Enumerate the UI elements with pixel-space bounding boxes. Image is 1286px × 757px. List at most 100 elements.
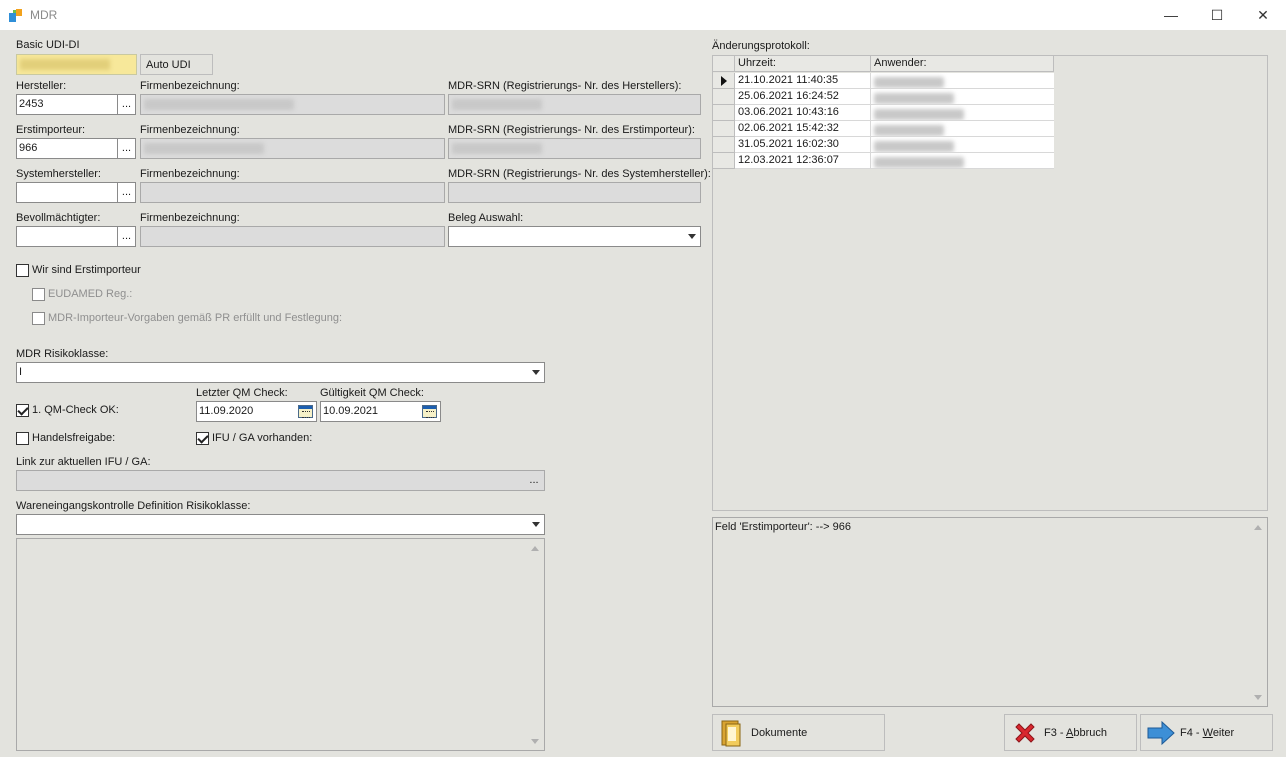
erstimporteur-input[interactable]: 966 [16, 138, 118, 159]
importeur-vorgaben-label: MDR-Importeur-Vorgaben gemäß PR erfüllt … [48, 312, 343, 324]
dokumente-button[interactable]: Dokumente [712, 714, 885, 751]
wir-sind-erstimporteur-checkbox[interactable] [16, 264, 29, 277]
hersteller-firm-label: Firmenbezeichnung: [140, 80, 240, 92]
abbruch-button[interactable]: F3 - Abbruch [1004, 714, 1137, 751]
gueltigkeit-qm-value: 10.09.2021 [323, 405, 379, 417]
qm-check-checkbox[interactable] [16, 404, 29, 417]
link-ifu-browse-button[interactable]: ... [526, 474, 542, 486]
redacted-text [874, 109, 964, 120]
grid-row-selector[interactable] [713, 153, 735, 169]
link-ifu-field [16, 470, 545, 491]
systemhersteller-label: Systemhersteller: [16, 168, 101, 180]
hersteller-srn-label: MDR-SRN (Registrierungs- Nr. des Herstel… [448, 80, 682, 92]
scroll-up-icon[interactable] [1254, 525, 1262, 530]
grid-header-anwender[interactable]: Anwender: [871, 56, 1054, 72]
bevollmaechtigter-label: Bevollmächtigter: [16, 212, 101, 224]
abbruch-label: F3 - Abbruch [1044, 726, 1107, 739]
erstimporteur-lookup-button[interactable]: ... [117, 138, 136, 159]
hersteller-firm-field [140, 94, 445, 115]
grid-cell-user[interactable] [871, 137, 1054, 153]
close-button[interactable]: ✕ [1240, 0, 1286, 30]
grid-cell-user[interactable] [871, 73, 1054, 89]
handelsfreigabe-checkbox[interactable] [16, 432, 29, 445]
grid-row-selector[interactable] [713, 121, 735, 137]
letzter-qm-date-input[interactable]: 11.09.2020 [196, 401, 317, 422]
grid-cell-user[interactable] [871, 89, 1054, 105]
protocol-detail-memo[interactable]: Feld 'Erstimporteur': --> 966 [712, 517, 1268, 707]
grid-row-selector[interactable] [713, 73, 735, 89]
scroll-up-icon[interactable] [531, 546, 539, 551]
weiter-label: F4 - Weiter [1180, 726, 1235, 739]
letzter-qm-label: Letzter QM Check: [196, 387, 288, 399]
link-ifu-label: Link zur aktuellen IFU / GA: [16, 456, 151, 468]
protocol-label: Änderungsprotokoll: [712, 40, 810, 52]
grid-cell-user[interactable] [871, 105, 1054, 121]
weiter-button[interactable]: F4 - Weiter [1140, 714, 1273, 751]
bevollmaechtigter-lookup-button[interactable]: ... [117, 226, 136, 247]
ifu-ga-label: IFU / GA vorhanden: [212, 432, 313, 444]
handelsfreigabe-label: Handelsfreigabe: [32, 432, 116, 444]
redacted-text [452, 99, 542, 110]
erstimporteur-firm-field [140, 138, 445, 159]
auto-udi-button[interactable]: Auto UDI [140, 54, 213, 75]
scroll-down-icon[interactable] [1254, 695, 1262, 700]
grid-cell-time[interactable]: 21.10.2021 11:40:35 [735, 73, 871, 89]
gueltigkeit-qm-date-input[interactable]: 10.09.2021 [320, 401, 441, 422]
systemhersteller-srn-label: MDR-SRN (Registrierungs- Nr. des Systemh… [448, 168, 711, 180]
risikoklasse-label: MDR Risikoklasse: [16, 348, 109, 360]
systemhersteller-input[interactable] [16, 182, 118, 203]
systemhersteller-lookup-button[interactable]: ... [117, 182, 136, 203]
hersteller-label: Hersteller: [16, 80, 67, 92]
letzter-qm-value: 11.09.2020 [199, 405, 254, 417]
grid-cell-time[interactable]: 31.05.2021 16:02:30 [735, 137, 871, 153]
redacted-text [144, 143, 264, 154]
grid-row-selector[interactable] [713, 89, 735, 105]
chevron-down-icon [688, 234, 696, 239]
chevron-down-icon [532, 370, 540, 375]
calendar-icon[interactable] [422, 405, 437, 418]
hersteller-input[interactable]: 2453 [16, 94, 118, 115]
basic-udi-input[interactable] [16, 54, 137, 75]
arrow-right-icon [1147, 720, 1175, 745]
grid-cell-time[interactable]: 12.03.2021 12:36:07 [735, 153, 871, 169]
grid-cell-time[interactable]: 02.06.2021 15:42:32 [735, 121, 871, 137]
redacted-text [874, 93, 954, 104]
hersteller-srn-field [448, 94, 701, 115]
wareneingang-memo[interactable] [16, 538, 545, 751]
bevollmaechtigter-firm-label: Firmenbezeichnung: [140, 212, 240, 224]
grid-corner [713, 56, 735, 72]
detail-scrollbar[interactable] [1250, 518, 1267, 706]
risikoklasse-select[interactable]: I [16, 362, 545, 383]
scroll-down-icon[interactable] [531, 739, 539, 744]
redacted-text [20, 59, 110, 70]
bevollmaechtigter-firm-field [140, 226, 445, 247]
ifu-ga-checkbox[interactable] [196, 432, 209, 445]
grid-row-selector[interactable] [713, 105, 735, 121]
grid-cell-time[interactable]: 25.06.2021 16:24:52 [735, 89, 871, 105]
minimize-button[interactable]: — [1148, 0, 1194, 30]
maximize-button[interactable]: ☐ [1194, 0, 1240, 30]
title-bar [0, 0, 1286, 30]
importeur-vorgaben-checkbox[interactable] [32, 312, 45, 325]
gueltigkeit-qm-label: Gültigkeit QM Check: [320, 387, 424, 399]
memo-scrollbar[interactable] [527, 539, 544, 750]
hersteller-lookup-button[interactable]: ... [117, 94, 136, 115]
wareneingang-label: Wareneingangskontrolle Definition Risiko… [16, 500, 251, 512]
grid-row-selector[interactable] [713, 137, 735, 153]
protocol-grid: Uhrzeit: Anwender: 21.10.2021 11:40:35 25… [712, 55, 1268, 511]
grid-header-uhrzeit[interactable]: Uhrzeit: [735, 56, 871, 72]
bevollmaechtigter-input[interactable] [16, 226, 118, 247]
systemhersteller-firm-field [140, 182, 445, 203]
calendar-icon[interactable] [298, 405, 313, 418]
grid-cell-time[interactable]: 03.06.2021 10:43:16 [735, 105, 871, 121]
dokumente-label: Dokumente [751, 726, 808, 739]
eudamed-checkbox[interactable] [32, 288, 45, 301]
systemhersteller-srn-field [448, 182, 701, 203]
erstimporteur-srn-field [448, 138, 701, 159]
grid-cell-user[interactable] [871, 121, 1054, 137]
beleg-auswahl-select[interactable] [448, 226, 701, 247]
grid-cell-user[interactable] [871, 153, 1054, 169]
wareneingang-select[interactable] [16, 514, 545, 535]
redacted-text [874, 77, 944, 88]
systemhersteller-firm-label: Firmenbezeichnung: [140, 168, 240, 180]
